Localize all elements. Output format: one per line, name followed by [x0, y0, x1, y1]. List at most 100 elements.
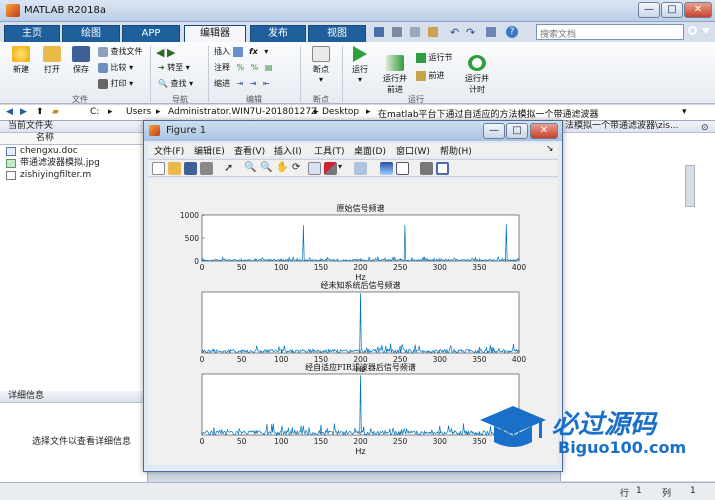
- uncomment-icon[interactable]: %: [251, 63, 259, 72]
- details-header[interactable]: 详细信息: [0, 391, 147, 403]
- path-part[interactable]: Desktop: [322, 107, 359, 117]
- menu-tools[interactable]: 工具(T): [314, 144, 345, 157]
- show-tools-icon[interactable]: [436, 162, 449, 175]
- path-root[interactable]: C:: [90, 107, 99, 117]
- menu-file[interactable]: 文件(F): [154, 144, 184, 157]
- zoom-in-icon[interactable]: 🔍: [244, 162, 257, 175]
- tab-publish[interactable]: 发布: [250, 25, 306, 42]
- run-and-time-button[interactable]: 运行并 计时: [460, 46, 494, 104]
- find-files-button[interactable]: 查找文件: [98, 46, 143, 57]
- indent-button[interactable]: 缩进 ⇥ ⇥ ⇤: [214, 78, 270, 89]
- edit-plot-icon[interactable]: ➚: [224, 162, 237, 175]
- menu-window[interactable]: 窗口(W): [396, 144, 430, 157]
- name-column-header[interactable]: 名称: [0, 133, 147, 145]
- goto-button[interactable]: ➜ 转至 ▾: [158, 62, 190, 73]
- menu-insert[interactable]: 插入(I): [274, 144, 302, 157]
- goto-dropdown-icon[interactable]: ▾: [186, 63, 190, 72]
- smart-indent-icon[interactable]: ⇥: [237, 79, 244, 88]
- menu-desktop[interactable]: 桌面(D): [354, 144, 386, 157]
- help-qa-icon[interactable]: ?: [506, 26, 518, 38]
- open-button[interactable]: 打开: [38, 46, 66, 75]
- search-box[interactable]: 搜索文档: [536, 24, 684, 40]
- open-file-icon[interactable]: [168, 162, 181, 175]
- wrap-comment-icon[interactable]: ▤: [265, 63, 273, 72]
- dock-arrow-icon[interactable]: ↘: [546, 144, 554, 154]
- filter-icon[interactable]: [702, 28, 710, 34]
- insert-dropdown-icon[interactable]: ▾: [264, 47, 268, 56]
- file-row[interactable]: chengxu.doc: [0, 145, 147, 157]
- switch-windows-icon[interactable]: [486, 27, 496, 37]
- print-dropdown-icon[interactable]: ▾: [129, 79, 133, 88]
- fx-icon[interactable]: fx: [249, 47, 258, 56]
- print-figure-icon[interactable]: [200, 162, 213, 175]
- path-part[interactable]: Users: [126, 107, 151, 117]
- data-cursor-icon[interactable]: [308, 162, 321, 175]
- advance-button[interactable]: 前进: [416, 70, 445, 81]
- new-button[interactable]: 新建: [6, 46, 36, 75]
- find-dropdown-icon[interactable]: ▾: [189, 79, 193, 88]
- save-qa-icon[interactable]: [374, 27, 384, 37]
- maximize-button[interactable]: □: [661, 2, 683, 18]
- save-button[interactable]: 保存: [68, 46, 94, 75]
- tab-home[interactable]: 主页: [4, 25, 60, 42]
- run-section-button[interactable]: 运行节: [416, 52, 453, 63]
- figure-minimize-button[interactable]: —: [483, 123, 505, 139]
- tab-editor[interactable]: 编辑器: [184, 25, 246, 42]
- path-part[interactable]: Administrator.WIN7U-20180127Z: [168, 107, 317, 117]
- compare-button[interactable]: 比较 ▾: [98, 62, 133, 73]
- copy-qa-icon[interactable]: [410, 27, 420, 37]
- nav-forward-icon[interactable]: ▶: [167, 46, 175, 59]
- comment-button[interactable]: 注释 % % ▤: [214, 62, 272, 73]
- colorbar-icon[interactable]: [380, 162, 393, 175]
- zoom-out-icon[interactable]: 🔍: [260, 162, 273, 175]
- link-plot-icon[interactable]: [354, 162, 367, 175]
- redo-qa-icon[interactable]: ↷: [466, 26, 475, 39]
- brush-icon[interactable]: [324, 162, 337, 175]
- menu-view[interactable]: 查看(V): [234, 144, 265, 157]
- panel-menu-icon[interactable]: ⊙: [701, 123, 709, 133]
- path-part[interactable]: 在matlab平台下通过自适应的方法模拟一个带通滤波器: [378, 107, 599, 120]
- cut-qa-icon[interactable]: [392, 27, 402, 37]
- find-button[interactable]: 🔍 查找 ▾: [158, 78, 193, 89]
- increase-indent-icon[interactable]: ⇥: [250, 79, 257, 88]
- file-row[interactable]: zishiyingfilter.m: [0, 169, 147, 181]
- decrease-indent-icon[interactable]: ⇤: [263, 79, 270, 88]
- breakpoints-dropdown-icon[interactable]: ▾: [306, 75, 336, 84]
- back-icon[interactable]: ◀: [6, 107, 13, 117]
- run-dropdown-icon[interactable]: ▾: [346, 75, 374, 84]
- nav-back-icon[interactable]: ◀: [156, 46, 164, 59]
- menu-edit[interactable]: 编辑(E): [194, 144, 225, 157]
- legend-icon[interactable]: [396, 162, 409, 175]
- breakpoints-button[interactable]: 断点 ▾: [306, 46, 336, 84]
- rotate-icon[interactable]: ⟳: [292, 162, 305, 175]
- tab-plots[interactable]: 绘图: [62, 25, 120, 42]
- hide-tools-icon[interactable]: [420, 162, 433, 175]
- figure-maximize-button[interactable]: □: [506, 123, 528, 139]
- undo-qa-icon[interactable]: ↶: [450, 26, 459, 39]
- back-forward-buttons[interactable]: ◀ ▶: [156, 46, 175, 59]
- new-figure-icon[interactable]: [152, 162, 165, 175]
- file-row[interactable]: 带通滤波器模拟.jpg: [0, 157, 147, 169]
- paste-qa-icon[interactable]: [428, 27, 438, 37]
- search-input[interactable]: 搜索文档: [540, 27, 576, 40]
- save-figure-icon[interactable]: [184, 162, 197, 175]
- insert-button[interactable]: 插入 fx ▾: [214, 46, 268, 57]
- path-dropdown-icon[interactable]: ▾: [682, 107, 687, 117]
- up-folder-icon[interactable]: ⬆: [36, 107, 44, 117]
- run-button[interactable]: 运行 ▾: [346, 46, 374, 84]
- brush-dropdown-icon[interactable]: ▾: [338, 162, 346, 175]
- figure-close-button[interactable]: ✕: [530, 123, 558, 139]
- figure-title-bar[interactable]: Figure 1 — □ ✕: [144, 121, 562, 141]
- close-button[interactable]: ✕: [684, 2, 712, 18]
- search-icon[interactable]: [688, 26, 697, 35]
- menu-help[interactable]: 帮助(H): [440, 144, 472, 157]
- forward-icon[interactable]: ▶: [20, 107, 27, 117]
- tab-view[interactable]: 视图: [308, 25, 366, 42]
- compare-dropdown-icon[interactable]: ▾: [129, 63, 133, 72]
- scrollbar[interactable]: [685, 165, 695, 207]
- browse-folder-icon[interactable]: ▰: [52, 107, 59, 117]
- pan-icon[interactable]: ✋: [276, 162, 289, 175]
- tab-apps[interactable]: APP: [122, 25, 180, 42]
- minimize-button[interactable]: —: [638, 2, 660, 18]
- print-button[interactable]: 打印 ▾: [98, 78, 133, 89]
